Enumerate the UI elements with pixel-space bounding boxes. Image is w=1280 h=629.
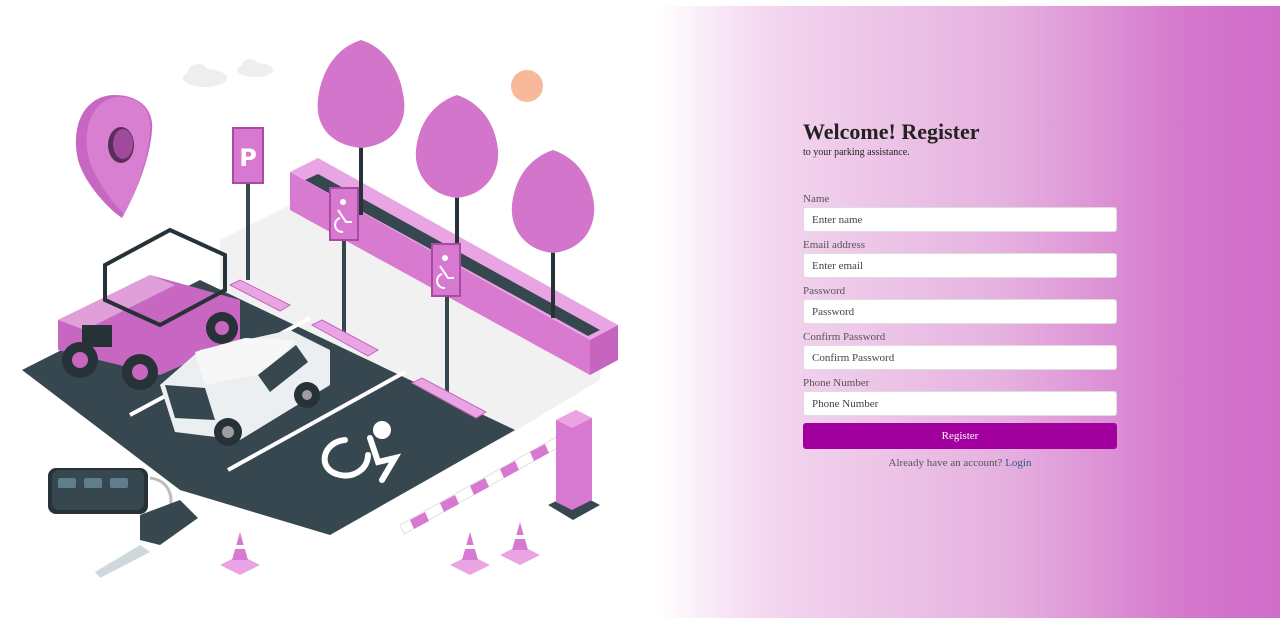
password-input[interactable] <box>803 299 1117 325</box>
phone-field-group: Phone Number <box>803 377 1117 417</box>
email-field-group: Email address <box>803 239 1117 279</box>
phone-label: Phone Number <box>803 377 870 390</box>
parking-lot-illustration: P <box>22 40 618 578</box>
email-label: Email address <box>803 239 866 252</box>
login-link[interactable]: Login <box>1005 457 1031 469</box>
page-subtitle: to your parking assistance. <box>803 147 910 159</box>
login-prompt-text: Already have an account? <box>888 457 1003 470</box>
name-label: Name <box>803 193 830 206</box>
parking-illustration: P <box>0 0 655 624</box>
cloud-icon <box>183 59 273 87</box>
email-input[interactable] <box>803 253 1117 279</box>
register-panel: Welcome! Register to your parking assist… <box>655 6 1280 618</box>
confirm-password-input[interactable] <box>803 345 1117 371</box>
login-prompt: Already have an account? Login <box>803 457 1117 469</box>
password-field-group: Password <box>803 285 1117 325</box>
traffic-cone-icon <box>500 522 540 565</box>
name-field-group: Name <box>803 193 1117 233</box>
location-pin-icon <box>75 95 153 218</box>
svg-text:P: P <box>239 144 257 172</box>
name-input[interactable] <box>803 207 1117 233</box>
page-title: Welcome! Register <box>803 119 980 144</box>
password-label: Password <box>803 285 846 298</box>
register-button[interactable]: Register <box>803 423 1117 450</box>
sun-icon <box>511 70 543 102</box>
traffic-cone-icon <box>220 532 260 575</box>
confirm-password-label: Confirm Password <box>803 331 886 344</box>
traffic-cone-icon <box>450 532 490 575</box>
phone-input[interactable] <box>803 391 1117 417</box>
register-form: Welcome! Register to your parking assist… <box>803 119 1117 469</box>
confirm-password-field-group: Confirm Password <box>803 331 1117 371</box>
